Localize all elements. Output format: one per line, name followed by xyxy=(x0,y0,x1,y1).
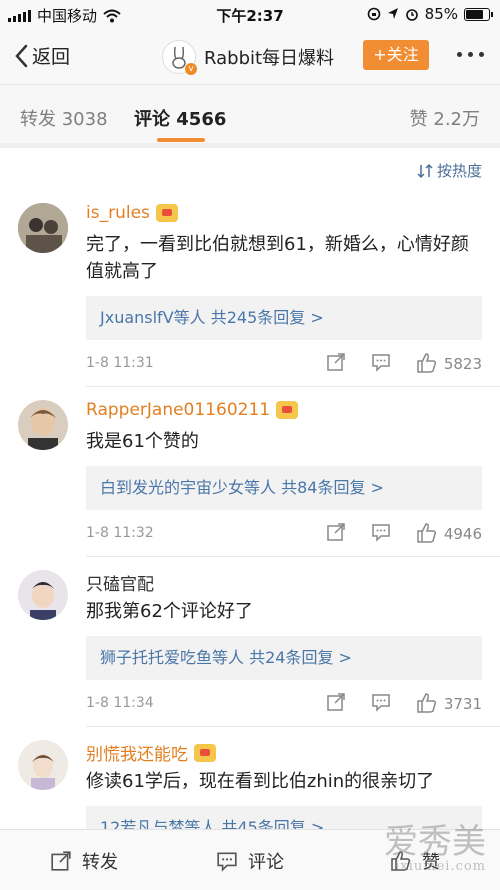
sort-icon xyxy=(417,163,433,178)
tab-repost[interactable]: 转发 3038 xyxy=(20,105,108,131)
divider xyxy=(86,556,500,557)
repost-icon[interactable] xyxy=(326,692,346,712)
comment-text: 完了，一看到比伯就想到61，新婚么，心情好颜值就高了 xyxy=(86,234,469,282)
comment-icon[interactable] xyxy=(371,692,391,712)
location-icon xyxy=(387,8,398,19)
account-header[interactable]: v Rabbit每日爆料 xyxy=(162,40,335,75)
avatar[interactable] xyxy=(18,570,68,620)
more-icon[interactable] xyxy=(457,52,484,57)
repost-icon[interactable] xyxy=(326,352,346,372)
divider xyxy=(86,386,500,387)
comment-time: 1-8 11:34 xyxy=(86,695,154,711)
comment-text: 修读61学后，现在看到比伯zhin的很亲切了 xyxy=(86,771,435,792)
comment-time: 1-8 11:31 xyxy=(86,355,154,371)
avatar[interactable] xyxy=(18,400,68,450)
tab-like[interactable]: 赞 2.2万 xyxy=(410,105,480,131)
like-count: 4946 xyxy=(443,525,482,543)
comment-icon[interactable] xyxy=(371,522,391,542)
follow-button[interactable]: +关注 xyxy=(363,40,429,70)
verified-badge: v xyxy=(185,63,197,75)
comment-icon[interactable] xyxy=(371,352,391,372)
divider xyxy=(86,726,500,727)
comment-time: 1-8 11:32 xyxy=(86,525,154,541)
replies-link[interactable]: JxuanslfV等人 共245条回复 > xyxy=(86,296,482,340)
alarm-icon xyxy=(405,9,418,21)
avatar[interactable] xyxy=(18,203,68,253)
account-avatar[interactable]: v xyxy=(162,40,197,75)
comment-meta: 1-8 11:31 5823 xyxy=(86,352,482,376)
comment-meta: 1-8 11:34 3731 xyxy=(86,692,482,716)
tab-comment[interactable]: 评论 4566 xyxy=(134,105,226,131)
comment-text: 我是61个赞的 xyxy=(86,431,199,452)
chevron-left-icon xyxy=(15,44,28,67)
status-bar: 中国移动 下午2:37 85% xyxy=(0,0,500,28)
crown-badge-icon xyxy=(276,401,299,419)
replies-link[interactable]: 白到发光的宇宙少女等人 共84条回复 > xyxy=(86,466,482,510)
repost-icon[interactable] xyxy=(326,522,346,542)
like-count: 3731 xyxy=(443,695,482,713)
section-divider xyxy=(0,143,500,148)
comment-username[interactable]: RapperJane01160211 xyxy=(86,400,299,420)
account-name: Rabbit每日爆料 xyxy=(204,48,335,69)
like-icon[interactable] xyxy=(416,352,438,374)
comment-username[interactable]: is_rules xyxy=(86,203,178,223)
avatar[interactable] xyxy=(18,740,68,790)
comment-icon xyxy=(217,852,237,872)
bottom-repost-button[interactable]: 转发 xyxy=(50,848,118,874)
active-tab-indicator xyxy=(157,138,205,142)
crown-badge-icon xyxy=(194,743,216,762)
sort-toggle[interactable]: 按热度 xyxy=(417,160,482,181)
like-count: 5823 xyxy=(443,355,482,373)
rotation-lock-icon xyxy=(367,7,380,21)
tab-bar: 转发 3038 评论 4566 赞 2.2万 xyxy=(0,85,500,143)
crown-badge-icon xyxy=(155,204,178,222)
back-button[interactable]: 返回 xyxy=(14,42,70,69)
sort-label: 按热度 xyxy=(436,162,482,180)
like-icon[interactable] xyxy=(416,522,438,544)
like-icon[interactable] xyxy=(416,692,438,714)
back-label: 返回 xyxy=(32,46,71,68)
comment-meta: 1-8 11:32 4946 xyxy=(86,522,482,546)
bottom-comment-button[interactable]: 评论 xyxy=(216,848,284,874)
battery-percent: 85% xyxy=(424,5,458,23)
repost-icon xyxy=(51,851,71,871)
comment-username[interactable]: 只磕官配 xyxy=(86,570,154,595)
comment-username[interactable]: 别慌我还能吃 xyxy=(86,740,216,765)
battery-icon xyxy=(464,7,493,21)
nav-bar: 返回 v Rabbit每日爆料 +关注 xyxy=(0,28,500,85)
comment-text: 那我第62个评论好了 xyxy=(86,601,253,622)
replies-link[interactable]: 狮子托托爱吃鱼等人 共24条回复 > xyxy=(86,636,482,680)
watermark: 爱秀美 ixiumei.com xyxy=(384,822,486,874)
